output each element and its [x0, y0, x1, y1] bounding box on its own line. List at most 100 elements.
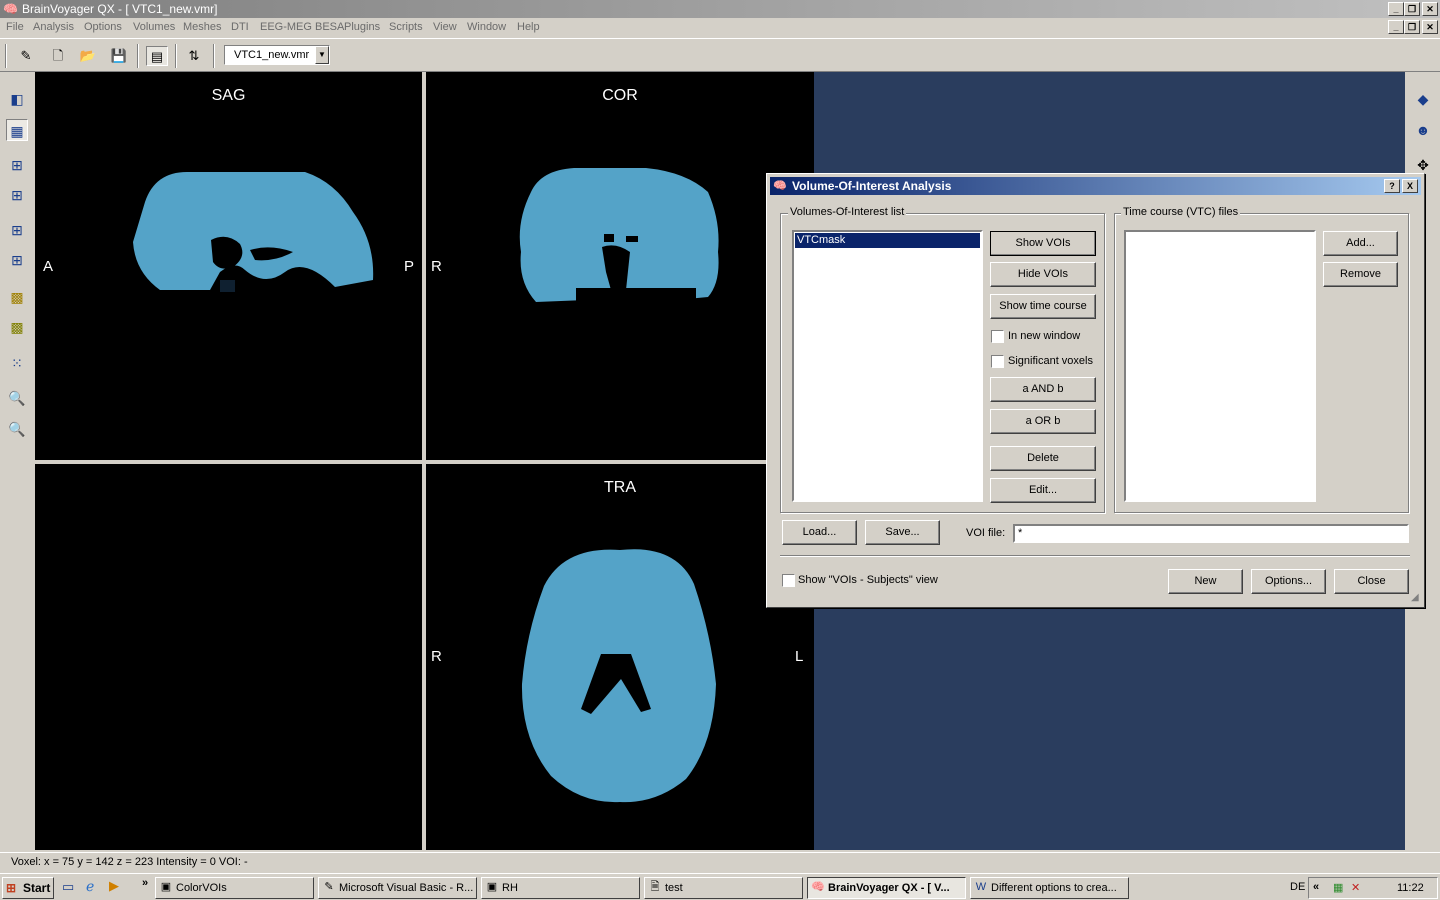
document-select[interactable]: VTC1_new.vmr ▼: [224, 45, 330, 65]
show-desktop-icon[interactable]: ▭: [62, 879, 74, 895]
zoom-icon[interactable]: 🔍: [6, 387, 28, 409]
head-icon[interactable]: ☻: [1412, 119, 1434, 141]
windows-logo-icon: ⊞: [6, 881, 17, 895]
child-minimize-button[interactable]: _: [1388, 20, 1404, 34]
left-toolbar: ◧ ▦ ⊞ ⊞ ⊞ ⊞ ▩ ▩ ⁙ 🔍 🔍: [0, 72, 34, 850]
show-vois-button[interactable]: Show VOIs: [990, 231, 1096, 256]
menu-view[interactable]: View: [433, 21, 457, 33]
new-file-icon[interactable]: 🗋: [47, 46, 69, 66]
delete-button[interactable]: Delete: [990, 446, 1096, 471]
minimize-button[interactable]: _: [1388, 2, 1404, 16]
volume-muted-icon[interactable]: ✕: [1351, 881, 1360, 894]
close-dialog-button[interactable]: Close: [1334, 569, 1409, 594]
main-toolbar: ✎ 🗋 📂 💾 ▤ ⇅: [0, 38, 1440, 72]
tra-crosshair-icon[interactable]: ⊞: [6, 219, 28, 241]
dots-grid-icon[interactable]: ⁙: [6, 352, 28, 374]
network-icon[interactable]: ▦: [1333, 881, 1343, 894]
hide-vois-button[interactable]: Hide VOIs: [990, 262, 1096, 287]
cube-3d-icon[interactable]: ◆: [1412, 88, 1434, 110]
dialog-close-button[interactable]: X: [1402, 179, 1418, 193]
window-layout-icon[interactable]: ▤: [146, 46, 168, 66]
significant-voxels-checkbox[interactable]: [991, 355, 1004, 368]
toolbar-separator: [213, 44, 215, 68]
add-vtc-button[interactable]: Add...: [1323, 231, 1398, 256]
task-word-document[interactable]: W Different options to crea...: [970, 877, 1129, 899]
voi-file-label: VOI file:: [966, 527, 1006, 539]
task-colorvois[interactable]: ▣ ColorVOIs: [155, 877, 314, 899]
voi-file-value: *: [1018, 527, 1023, 539]
new-button[interactable]: New: [1168, 569, 1243, 594]
menu-analysis[interactable]: Analysis: [33, 21, 74, 33]
close-button[interactable]: ✕: [1422, 2, 1438, 16]
cube-icon[interactable]: ◧: [6, 88, 28, 110]
multi-slice-icon[interactable]: ⊞: [6, 249, 28, 271]
paint-alt-icon[interactable]: ▩: [6, 316, 28, 338]
a-and-b-button[interactable]: a AND b: [990, 377, 1096, 402]
save-disk-icon[interactable]: 💾: [108, 46, 130, 66]
edit-button[interactable]: Edit...: [990, 478, 1096, 503]
menu-scripts[interactable]: Scripts: [389, 21, 423, 33]
help-button[interactable]: ?: [1384, 179, 1400, 193]
app-icon: 🧠: [3, 2, 18, 16]
sagittal-view[interactable]: SAG A P: [35, 72, 422, 460]
cor-crosshair-icon[interactable]: ⊞: [6, 184, 28, 206]
show-time-course-button[interactable]: Show time course: [990, 294, 1096, 319]
media-player-icon[interactable]: ▶: [109, 878, 119, 894]
status-bar: Voxel: x = 75 y = 142 z = 223 Intensity …: [0, 852, 1440, 871]
start-button[interactable]: ⊞ Start: [2, 877, 54, 899]
task-brainvoyager[interactable]: 🧠 BrainVoyager QX - [ V...: [807, 877, 966, 899]
show-subjects-view-checkbox[interactable]: [782, 574, 795, 587]
language-indicator[interactable]: DE: [1290, 881, 1305, 893]
load-button[interactable]: Load...: [782, 520, 857, 545]
zoom-out-icon[interactable]: 🔍: [6, 418, 28, 440]
in-new-window-checkbox[interactable]: [991, 330, 1004, 343]
menu-options[interactable]: Options: [84, 21, 122, 33]
restore-button[interactable]: ❐: [1404, 2, 1420, 16]
child-restore-button[interactable]: ❐: [1404, 20, 1420, 34]
task-label: ColorVOIs: [176, 882, 227, 894]
window-icon: ▣: [160, 881, 172, 893]
grid-view-icon[interactable]: ▦: [6, 119, 28, 141]
remove-vtc-button[interactable]: Remove: [1323, 262, 1398, 287]
menu-volumes[interactable]: Volumes: [133, 21, 175, 33]
quicklaunch-more-icon[interactable]: »: [142, 877, 148, 889]
task-rh[interactable]: ▣ RH: [481, 877, 640, 899]
empty-view[interactable]: [35, 464, 422, 850]
task-test[interactable]: 🗎 test: [644, 877, 803, 899]
menu-file[interactable]: File: [6, 21, 24, 33]
coronal-view[interactable]: COR R: [426, 72, 814, 460]
paint-icon[interactable]: ▩: [6, 286, 28, 308]
tray-expand-icon[interactable]: «: [1313, 881, 1319, 893]
wand-icon[interactable]: ✎: [15, 46, 37, 66]
options-button[interactable]: Options...: [1251, 569, 1326, 594]
vtc-listbox[interactable]: [1124, 230, 1316, 502]
child-close-button[interactable]: ✕: [1422, 20, 1438, 34]
task-visual-basic[interactable]: ✎ Microsoft Visual Basic - R...: [318, 877, 477, 899]
resize-grip-icon[interactable]: ◢: [1411, 592, 1419, 603]
document-select-value: VTC1_new.vmr: [234, 49, 310, 61]
open-folder-icon[interactable]: 📂: [77, 46, 99, 66]
app-title: BrainVoyager QX - [ VTC1_new.vmr]: [22, 2, 218, 16]
list-sort-icon[interactable]: ⇅: [183, 46, 205, 66]
voi-file-field[interactable]: *: [1013, 524, 1409, 543]
menu-plugins[interactable]: Plugins: [344, 21, 380, 33]
menu-eeg-meg-besa[interactable]: EEG-MEG BESA: [260, 21, 344, 33]
divider: [780, 555, 1410, 557]
internet-explorer-icon[interactable]: ℯ: [86, 878, 94, 895]
voi-listbox[interactable]: VTCmask: [792, 230, 983, 502]
dialog-titlebar: 🧠 Volume-Of-Interest Analysis ? X: [770, 177, 1421, 195]
toolbar-separator: [175, 44, 177, 68]
menu-window[interactable]: Window: [467, 21, 506, 33]
menu-bar: File Analysis Options Volumes Meshes DTI…: [0, 18, 1440, 38]
window-icon: ▣: [486, 881, 498, 893]
task-label: test: [665, 882, 683, 894]
save-button[interactable]: Save...: [865, 520, 940, 545]
transverse-view[interactable]: TRA R L: [426, 464, 814, 850]
menu-dti[interactable]: DTI: [231, 21, 249, 33]
list-item[interactable]: VTCmask: [795, 233, 980, 248]
a-or-b-button[interactable]: a OR b: [990, 409, 1096, 434]
menu-help[interactable]: Help: [517, 21, 540, 33]
menu-meshes[interactable]: Meshes: [183, 21, 222, 33]
chevron-down-icon[interactable]: ▼: [315, 46, 329, 64]
sag-crosshair-icon[interactable]: ⊞: [6, 154, 28, 176]
